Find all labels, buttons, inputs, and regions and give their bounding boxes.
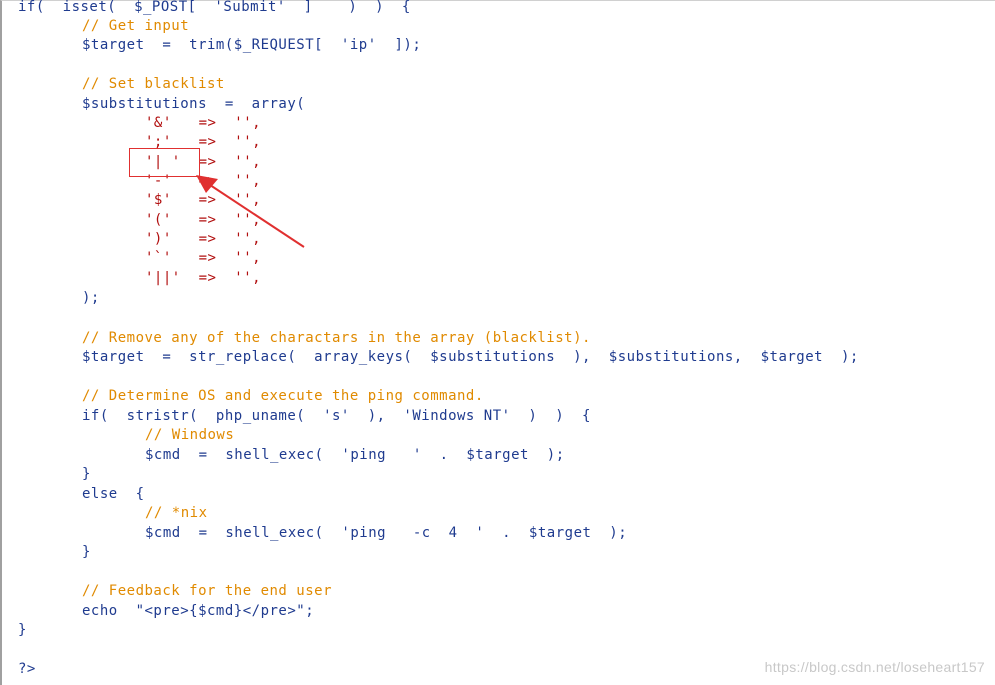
comment-get-input: // Get input: [82, 18, 190, 34]
highlight-annotation-box: [129, 148, 200, 177]
code-line-brace-close: }: [82, 466, 91, 482]
code-line-if-isset: if( isset( $_POST[ 'Submit' ] ) ) {: [18, 0, 411, 15]
comment-windows: // Windows: [145, 427, 235, 443]
code-line-cmd-nix: $cmd = shell_exec( 'ping -c 4 ' . $targe…: [145, 525, 628, 541]
code-line-brace-close: }: [82, 544, 91, 560]
php-close-tag: ?>: [18, 661, 36, 677]
comment-determine-os: // Determine OS and execute the ping com…: [82, 388, 484, 404]
comment-remove-charactars: // Remove any of the charactars in the a…: [82, 330, 591, 346]
comment-feedback: // Feedback for the end user: [82, 583, 333, 599]
code-line-cmd-windows: $cmd = shell_exec( 'ping ' . $target );: [145, 447, 565, 463]
code-line-else: else {: [82, 486, 145, 502]
code-line-brace-close-outer: }: [18, 622, 27, 638]
code-line-array-close: );: [82, 290, 100, 306]
code-line-str-replace: $target = str_replace( array_keys( $subs…: [82, 349, 859, 365]
code-line-target-trim: $target = trim($_REQUEST[ 'ip' ]);: [82, 37, 422, 53]
comment-nix: // *nix: [145, 505, 208, 521]
annotation-arrow-icon: [196, 175, 305, 248]
blacklist-entry: '||' => '',: [145, 270, 262, 286]
code-editor: if( isset( $_POST[ 'Submit' ] ) ) { // G…: [0, 0, 995, 685]
code-line-echo: echo "<pre>{$cmd}</pre>";: [82, 603, 315, 619]
comment-set-blacklist: // Set blacklist: [82, 76, 225, 92]
code-line-substitutions-array: $substitutions = array(: [82, 96, 306, 112]
code-line-if-stristr: if( stristr( php_uname( 's' ), 'Windows …: [82, 408, 591, 424]
blacklist-entry: '&' => '',: [145, 115, 262, 131]
watermark: https://blog.csdn.net/loseheart157: [764, 659, 985, 675]
